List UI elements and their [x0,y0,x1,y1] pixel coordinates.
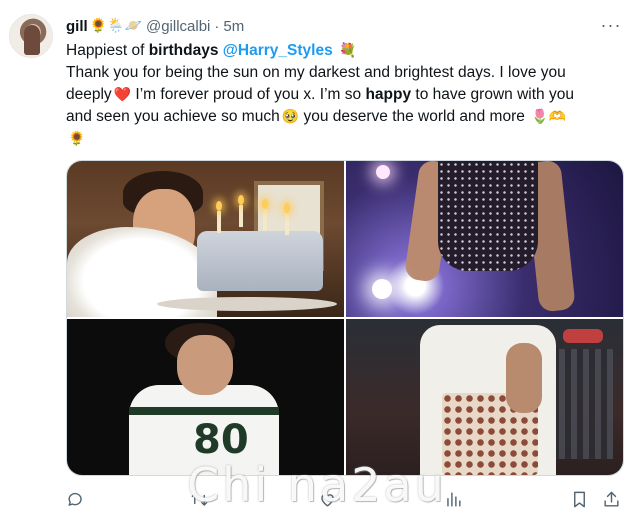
candle [217,211,221,233]
bouquet-emoji: 💐 [334,43,357,59]
photo-birthday-cake[interactable] [67,161,344,317]
more-options-icon[interactable]: ··· [600,14,622,36]
jersey-number: 80 [193,417,249,463]
text-line-3: deeply ❤️ I’m forever proud of you x. I’m… [66,84,622,106]
retweet-icon [191,492,208,506]
candle-flame [262,199,268,209]
bold-word: birthdays [148,42,219,59]
candle-flame [216,201,222,211]
action-bar [56,484,626,514]
tweet-header: gill 🌻🌦️🪐 @gillcalbi · 5m [66,15,244,37]
candle [285,213,289,235]
text-line-1: Happiest of birthdays @Harry_Styles 💐 [66,40,622,62]
analytics-icon [447,491,461,507]
views-button[interactable] [444,484,467,514]
avatar-figure [24,25,40,55]
photo-stage-performer[interactable] [346,161,623,317]
photo-face [177,335,233,395]
text-segment: and seen you achieve so much [66,108,280,125]
name-emojis: 🌻🌦️🪐 [89,18,142,34]
reply-button[interactable] [66,484,89,514]
media-grid: 80 [66,160,624,476]
text-line-2: Thank you for being the sun on my darkes… [66,64,566,81]
photo-jersey-stripe [129,407,279,415]
retweet-button[interactable] [190,484,213,514]
candle [263,209,267,231]
stage-light [376,165,390,179]
bold-word: happy [365,86,412,103]
candle-flame [238,195,244,205]
text-segment: Happiest of [66,42,149,59]
heart-icon [321,493,334,507]
photo-cake [197,231,323,291]
display-name[interactable]: gill [66,18,88,35]
tweet-card: gill 🌻🌦️🪐 @gillcalbi · 5m ··· Happiest o… [0,0,634,525]
sunflower-emoji: 🌻 [68,131,86,147]
reply-icon [68,492,82,506]
holding-tears-emoji: 🥹 [281,109,300,125]
photo-jersey[interactable]: 80 [67,319,344,475]
user-avatar[interactable] [9,14,53,58]
photo-plate [157,297,337,311]
timestamp[interactable]: 5m [223,18,244,35]
bookmark-icon [574,491,585,507]
like-button[interactable] [318,484,341,514]
heart-emoji: ❤️ [113,87,132,103]
user-handle[interactable]: @gillcalbi [146,18,210,35]
share-icon [604,491,619,507]
bookmark-button[interactable] [570,484,589,514]
text-segment: deeply [66,86,112,103]
text-segment: you deserve the world and more [299,108,530,125]
candle-flame [284,203,290,213]
mention-link[interactable]: @Harry_Styles [223,42,333,59]
photo-vest [438,161,538,271]
text-line-4: and seen you achieve so much 🥹 you deserv… [66,106,622,128]
share-button[interactable] [602,484,621,514]
candle [239,205,243,227]
tulip-heart-hands-emoji: 🌷🫶 [531,109,567,125]
stage-light [563,329,603,343]
photo-heart-top[interactable] [346,319,623,475]
tweet-text: Happiest of birthdays @Harry_Styles 💐 Th… [66,40,622,150]
separator-dot: · [214,17,220,35]
text-segment: I’m forever proud of you x. I’m so [131,86,366,103]
stage-light [372,279,392,299]
photo-arm [506,343,542,413]
text-segment: to have grown with you [411,86,574,103]
